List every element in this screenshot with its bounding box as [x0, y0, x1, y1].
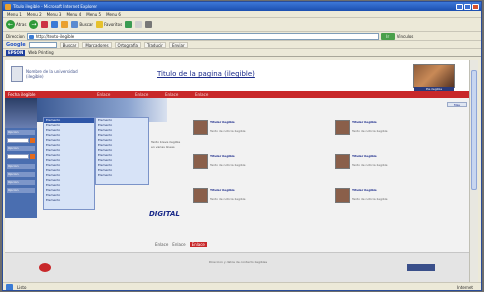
go-button[interactable]: Ir: [380, 32, 395, 40]
menu-item[interactable]: Menu 4: [66, 12, 81, 17]
menu-option[interactable]: Elemento: [96, 173, 148, 178]
window-title: Titulo ilegible - Microsoft Internet Exp…: [13, 4, 98, 9]
status-bar: Listo Internet: [3, 282, 481, 290]
stop-icon[interactable]: [41, 21, 49, 28]
page-icon: [6, 283, 13, 290]
mail-icon[interactable]: [135, 21, 143, 28]
more-button[interactable]: Mas: [447, 102, 467, 107]
browser-icon: [5, 3, 11, 10]
crest-icon: [11, 66, 23, 82]
web-printing-button[interactable]: Web Printing: [28, 50, 53, 55]
intro-text: Texto breve ilegible en varias lineas: [151, 140, 181, 149]
news-thumbnail: [193, 120, 208, 135]
menu-bar: Menu 1 Menu 2 Menu 3 Menu 4 Menu 5 Menu …: [3, 11, 481, 18]
site-footer: Direccion y datos de contacto ilegibles: [5, 252, 469, 282]
close-button[interactable]: [472, 3, 479, 10]
sidebar: Opcion Opcion Opcion Opcion Opcion Opcio…: [5, 98, 37, 218]
header-photo: [413, 64, 455, 88]
zone-label: Internet: [457, 284, 473, 290]
news-thumbnail: [335, 154, 350, 169]
search-icon: [71, 21, 79, 28]
nav-date: Fecha ilegible: [8, 92, 36, 97]
epson-toolbar: EPSON Web Printing: [3, 49, 481, 57]
footer-links: Enlace Enlace Enlace: [155, 242, 207, 247]
news-thumbnail: [335, 188, 350, 203]
google-chip[interactable]: Traducir: [143, 41, 166, 48]
google-chip[interactable]: Buscar: [59, 41, 80, 48]
vertical-scrollbar[interactable]: [469, 60, 478, 282]
nav-link[interactable]: Enlace: [195, 91, 208, 98]
footer-link[interactable]: Enlace: [155, 242, 168, 247]
news-thumbnail: [335, 120, 350, 135]
status-text: Listo: [17, 284, 27, 290]
nav-toolbar: ← Atras → Buscar Favoritos: [3, 18, 481, 32]
sidebar-item[interactable]: Opcion: [7, 188, 35, 193]
login-button[interactable]: [30, 138, 35, 143]
star-icon: [96, 21, 104, 28]
maximize-button[interactable]: [464, 3, 471, 10]
google-chip[interactable]: Ortografia: [114, 41, 141, 48]
footer-badge[interactable]: Enlace: [189, 242, 207, 247]
nav-link[interactable]: Enlace: [165, 91, 178, 98]
address-bar: Direccion http://texto-ilegible Ir Vincu…: [3, 32, 481, 41]
menu-item[interactable]: Menu 3: [47, 12, 62, 17]
sidebar-item[interactable]: Opcion: [7, 180, 35, 185]
refresh-icon[interactable]: [51, 21, 59, 28]
sidebar-item[interactable]: Opcion: [7, 130, 35, 135]
site-header: Nombre de la universidad (ilegible) Titu…: [5, 60, 469, 92]
nav-link[interactable]: Enlace: [135, 91, 148, 98]
footer-link[interactable]: Enlace: [172, 242, 185, 247]
google-logo: Google: [6, 41, 26, 48]
flyout-menu-secondary: Elemento Elemento Elemento Elemento Elem…: [95, 117, 149, 185]
university-logo[interactable]: Nombre de la universidad (ilegible): [11, 66, 88, 82]
forward-button[interactable]: →: [29, 20, 39, 29]
history-icon[interactable]: [125, 21, 133, 28]
address-input[interactable]: http://texto-ilegible: [26, 32, 379, 40]
menu-item[interactable]: Menu 5: [86, 12, 101, 17]
search-go-button[interactable]: [30, 154, 35, 159]
browser-window: Titulo ilegible - Microsoft Internet Exp…: [2, 1, 482, 291]
back-button[interactable]: ← Atras: [6, 20, 26, 29]
login-field[interactable]: [7, 138, 29, 143]
back-arrow-icon: ←: [6, 20, 15, 29]
page-content: Nombre de la universidad (ilegible) Titu…: [5, 60, 469, 282]
news-thumbnail: [193, 154, 208, 169]
google-search-input[interactable]: [28, 41, 57, 48]
google-chip[interactable]: Marcadores: [82, 41, 112, 48]
digital-logo[interactable]: DIGITAL: [149, 210, 180, 218]
menu-item[interactable]: Menu 2: [27, 12, 42, 17]
menu-item[interactable]: Menu 1: [7, 12, 22, 17]
flyout-menu-primary: Elemento Elemento Elemento Elemento Elem…: [43, 117, 95, 210]
home-icon[interactable]: [61, 21, 69, 28]
footer-logo-right[interactable]: [407, 264, 435, 271]
epson-logo: EPSON: [6, 49, 26, 56]
links-label[interactable]: Vinculos: [397, 34, 414, 39]
sidebar-item[interactable]: Opcion: [7, 164, 35, 169]
minimize-button[interactable]: [456, 3, 463, 10]
search-field[interactable]: [7, 154, 29, 159]
nav-link[interactable]: Enlace: [97, 91, 110, 98]
favorites-button[interactable]: Favoritos: [96, 21, 122, 28]
page-title[interactable]: Titulo de la pagina (ilegible): [157, 70, 255, 78]
footer-text: Direccion y datos de contacto ilegibles: [208, 260, 268, 264]
sidebar-photo: [5, 98, 37, 128]
footer-logo-left[interactable]: [39, 263, 51, 272]
print-icon[interactable]: [145, 21, 153, 28]
title-bar: Titulo ilegible - Microsoft Internet Exp…: [3, 2, 481, 11]
scroll-thumb[interactable]: [471, 70, 477, 190]
news-thumbnail: [193, 188, 208, 203]
google-toolbar: Google Buscar Marcadores Ortografia Trad…: [3, 41, 481, 49]
sidebar-item[interactable]: Opcion: [7, 172, 35, 177]
menu-item[interactable]: Menu 6: [106, 12, 121, 17]
search-button[interactable]: Buscar: [71, 21, 93, 28]
menu-option[interactable]: Elemento: [44, 198, 94, 203]
google-chip[interactable]: Enviar: [168, 41, 188, 48]
nav-band: Fecha ilegible Enlace Enlace Enlace Enla…: [5, 91, 469, 98]
sidebar-item[interactable]: Opcion: [7, 146, 35, 151]
